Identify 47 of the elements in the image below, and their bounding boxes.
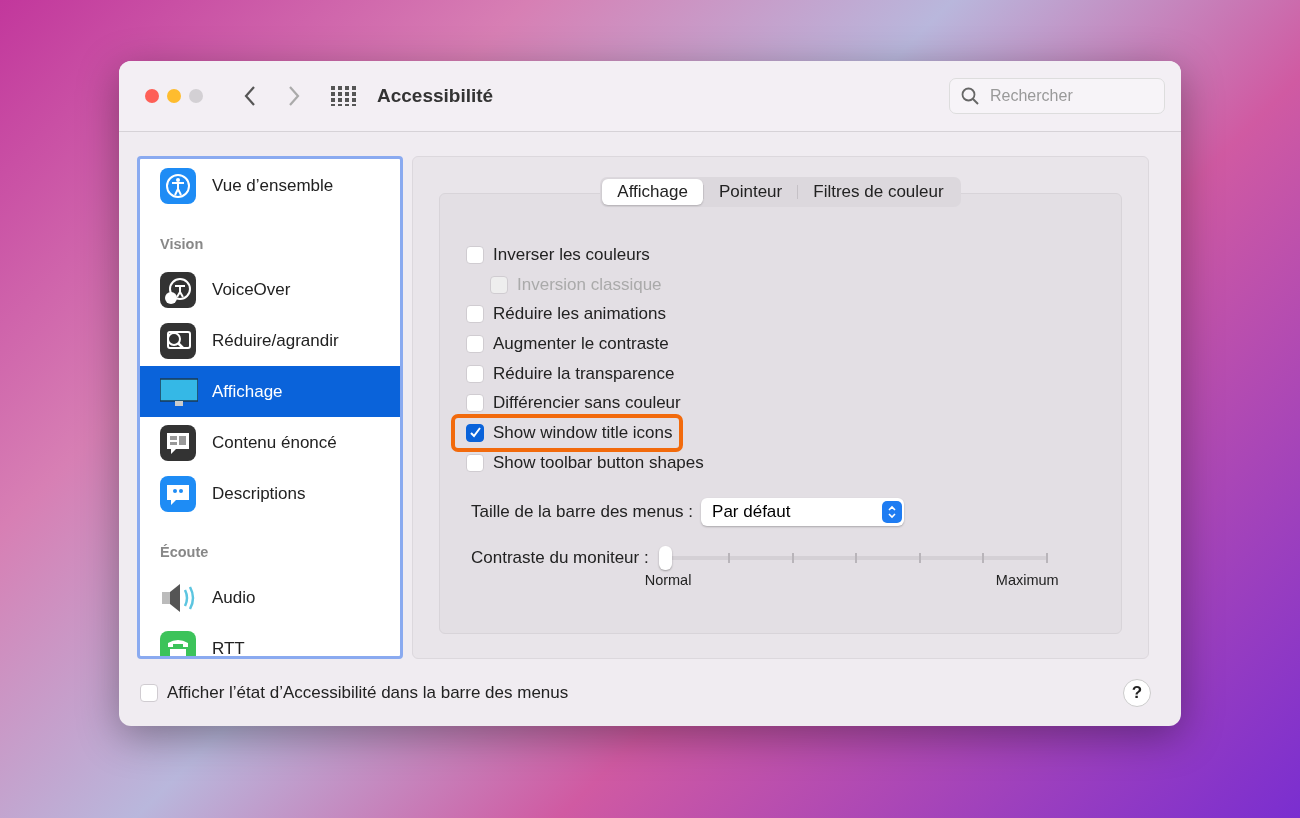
field-label: Taille de la barre des menus : [471, 501, 694, 522]
pane-icon [160, 475, 198, 512]
help-button[interactable]: ? [1123, 678, 1151, 707]
contrast-slider[interactable] [658, 545, 1047, 570]
sidebar-item[interactable]: Descriptions [140, 468, 400, 519]
pane-icon [160, 424, 198, 461]
slider-label: Contraste du moniteur : [471, 546, 649, 569]
pane-icon [160, 322, 198, 359]
option-text: Show toolbar button shapes [493, 452, 704, 473]
tab[interactable]: Affichage [602, 179, 703, 205]
option-text: Inversion classique [517, 274, 662, 295]
option-text: Différencier sans couleur [493, 393, 681, 414]
option-text: Réduire la transparence [493, 363, 675, 384]
sidebar-item[interactable]: Réduire/agrandir [140, 315, 400, 366]
grid-icon[interactable] [331, 86, 357, 106]
window-title: Accessibilité [377, 85, 495, 107]
pane-icon [160, 167, 198, 204]
sidebar-item[interactable]: Audio [140, 572, 400, 623]
pane-icon [160, 630, 198, 656]
option-text: Afficher l’état d’Accessibilité dans la barre des menus [167, 682, 570, 703]
slider-max-label: Maximum [995, 571, 1059, 588]
search-icon [961, 87, 979, 105]
section-header: Vision [159, 235, 205, 254]
option-text: Inverser les couleurs [493, 244, 650, 265]
popup-button[interactable]: Par défaut [701, 497, 905, 526]
sidebar-item[interactable]: VoiceOver [140, 264, 400, 315]
stepper-icon [887, 503, 898, 520]
tab[interactable]: Pointeur [703, 179, 798, 205]
forward-icon[interactable] [287, 85, 301, 107]
zoom-icon[interactable] [189, 89, 203, 103]
option-text: Réduire les animations [493, 304, 666, 325]
slider-thumb[interactable] [658, 545, 672, 570]
sidebar-item[interactable]: Affichage [140, 366, 400, 417]
option-text: Augmenter le contraste [493, 333, 669, 354]
close-icon[interactable] [145, 89, 159, 103]
slider-min-label: Normal [644, 571, 692, 588]
back-icon[interactable] [243, 85, 257, 107]
option-text: Show window title icons [493, 422, 673, 443]
search-field[interactable]: Rechercher [949, 78, 1165, 114]
sidebar-item[interactable]: Contenu énoncé [140, 417, 400, 468]
minimize-icon[interactable] [167, 89, 181, 103]
checkbox[interactable] [466, 423, 484, 442]
pane-icon [160, 271, 198, 308]
sidebar-item[interactable]: Vue d’ensemble [140, 160, 400, 211]
sidebar-item[interactable]: RTT [140, 623, 400, 656]
section-header: Écoute [159, 543, 210, 562]
tab[interactable]: Filtres de couleur [798, 179, 959, 205]
